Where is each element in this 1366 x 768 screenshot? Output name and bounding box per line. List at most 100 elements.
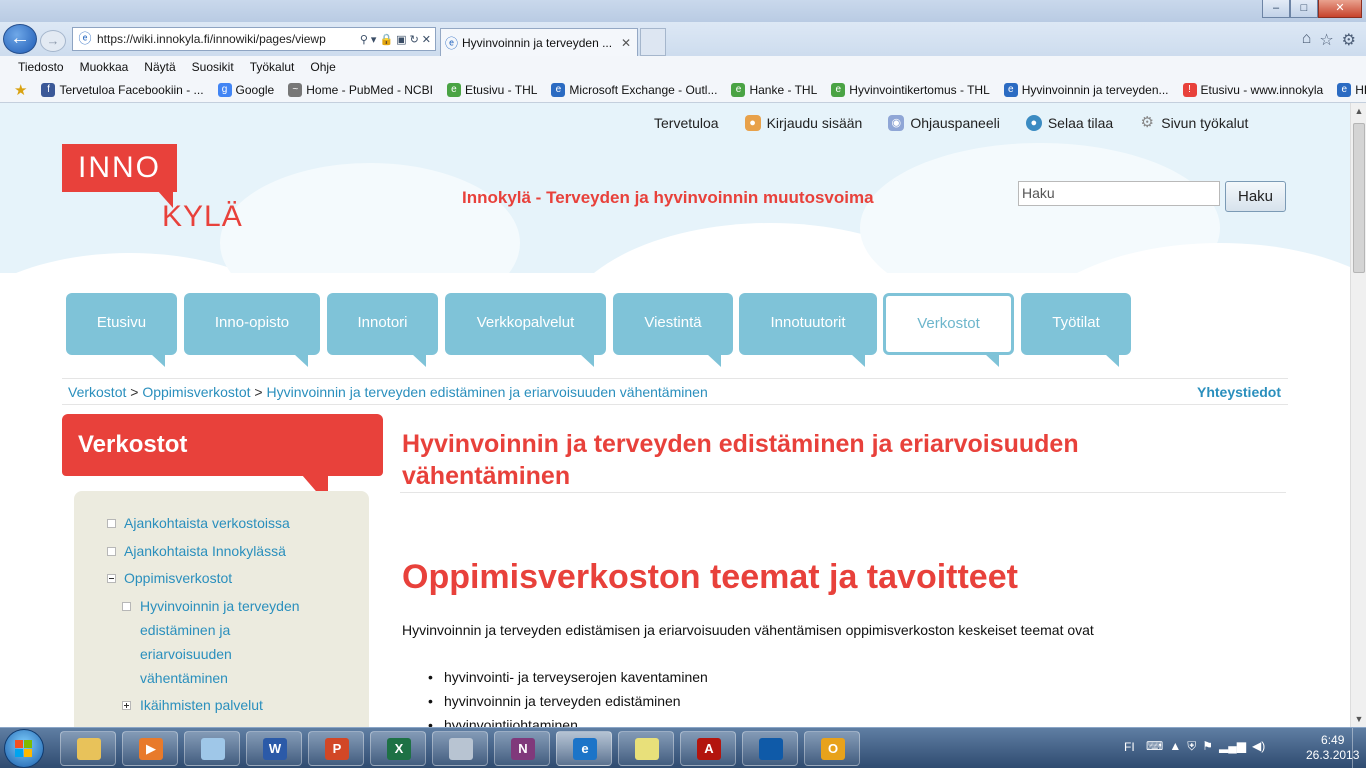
page-scrollbar[interactable]: ▲ ▼ bbox=[1350, 103, 1366, 727]
toplink-welcome: Tervetuloa bbox=[654, 115, 719, 131]
menu-näytä[interactable]: Näytä bbox=[144, 60, 175, 74]
toplink-login[interactable]: ● Kirjaudu sisään bbox=[744, 115, 863, 131]
collapse-icon[interactable] bbox=[107, 574, 116, 583]
favorites-star-icon[interactable]: ★ bbox=[14, 81, 27, 99]
start-button[interactable] bbox=[4, 729, 44, 768]
dropdown-icon[interactable]: ▾ bbox=[371, 33, 377, 46]
innokyla-logo[interactable]: INNO KYLÄ bbox=[62, 144, 242, 234]
scroll-up-icon[interactable]: ▲ bbox=[1351, 103, 1366, 119]
login-link[interactable]: Kirjaudu sisään bbox=[767, 115, 863, 131]
dashboard-link[interactable]: Ohjauspaneeli bbox=[910, 115, 1000, 131]
new-tab-button[interactable] bbox=[640, 28, 666, 56]
taskbar-acrobat[interactable]: A bbox=[680, 731, 736, 766]
favorite-link[interactable]: ! Etusivu - www.innokyla bbox=[1182, 83, 1323, 97]
taskbar-calculator[interactable] bbox=[432, 731, 488, 766]
flag-icon[interactable]: ⚑ bbox=[1202, 739, 1213, 754]
scroll-down-icon[interactable]: ▼ bbox=[1351, 711, 1366, 727]
toplink-browse[interactable]: ● Selaa tilaa bbox=[1025, 115, 1113, 131]
tab-close-icon[interactable]: ✕ bbox=[619, 36, 633, 50]
tab-innotuutorit[interactable]: Innotuutorit bbox=[739, 293, 877, 367]
show-desktop-button[interactable] bbox=[1352, 728, 1366, 768]
tab-innotori[interactable]: Innotori bbox=[327, 293, 438, 367]
taskbar-powerpoint[interactable]: P bbox=[308, 731, 364, 766]
arrow-up-icon[interactable]: ▲ bbox=[1169, 739, 1181, 754]
tab-verkostot[interactable]: Verkostot bbox=[883, 293, 1014, 367]
tab-etusivu[interactable]: Etusivu bbox=[66, 293, 177, 367]
menu-muokkaa[interactable]: Muokkaa bbox=[80, 60, 129, 74]
menu-suosikit[interactable]: Suosikit bbox=[192, 60, 234, 74]
favorite-link[interactable]: eHPH bbox=[1337, 83, 1366, 97]
expand-icon[interactable] bbox=[122, 701, 131, 710]
search-input[interactable]: Haku bbox=[1018, 181, 1220, 206]
favorite-link[interactable]: g Google bbox=[217, 83, 274, 97]
back-button[interactable]: ← bbox=[3, 24, 37, 54]
maximize-button[interactable]: □ bbox=[1290, 0, 1318, 18]
minimize-button[interactable]: – bbox=[1262, 0, 1290, 18]
taskbar-media-player[interactable]: ▶ bbox=[122, 731, 178, 766]
favorites-bar: ★ f Tervetuloa Facebookiin - ... g Google ~ H… bbox=[0, 78, 1366, 103]
menubar: Tiedosto Muokkaa Näytä Suosikit Työkalut Ohje bbox=[0, 56, 1366, 78]
breadcrumb-verkostot[interactable]: Verkostot bbox=[68, 384, 126, 400]
menu-ohje[interactable]: Ohje bbox=[310, 60, 335, 74]
taskbar-word[interactable]: W bbox=[246, 731, 302, 766]
favorite-link[interactable]: e Hyvinvointikertomus - THL bbox=[831, 83, 990, 97]
address-url[interactable]: https://wiki.innokyla.fi/innowiki/pages/… bbox=[97, 32, 360, 46]
forward-button[interactable]: → bbox=[40, 30, 66, 52]
close-window-button[interactable]: ✕ bbox=[1318, 0, 1362, 18]
volume-icon[interactable]: ◀) bbox=[1252, 739, 1265, 754]
tools-link[interactable]: Sivun työkalut bbox=[1161, 115, 1248, 131]
favorite-link[interactable]: f Tervetuloa Facebookiin - ... bbox=[41, 83, 204, 97]
scroll-thumb[interactable] bbox=[1353, 123, 1365, 273]
tab-verkkopalvelut[interactable]: Verkkopalvelut bbox=[445, 293, 606, 367]
contact-link[interactable]: Yhteystiedot bbox=[1197, 384, 1281, 400]
taskbar-internet-explorer[interactable]: e bbox=[556, 731, 612, 766]
taskbar-globe[interactable] bbox=[742, 731, 798, 766]
breadcrumb-oppimisverkostot[interactable]: Oppimisverkostot bbox=[142, 384, 250, 400]
taskbar-excel[interactable]: X bbox=[370, 731, 426, 766]
menu-tiedosto[interactable]: Tiedosto bbox=[18, 60, 64, 74]
favorite-link[interactable]: e Etusivu - THL bbox=[446, 83, 537, 97]
language-indicator[interactable]: FI bbox=[1124, 740, 1135, 754]
home-icon[interactable]: ⌂ bbox=[1302, 30, 1312, 50]
search-icon[interactable]: ⚲ bbox=[360, 33, 368, 46]
favorite-label: Hanke - THL bbox=[749, 83, 818, 97]
media-player-icon: ▶ bbox=[139, 738, 163, 760]
taskbar-sticky-notes[interactable] bbox=[618, 731, 674, 766]
lock-icon[interactable]: 🔒 bbox=[379, 33, 393, 46]
favorite-label: Microsoft Exchange - Outl... bbox=[569, 83, 718, 97]
keyboard-icon[interactable]: ⌨ bbox=[1146, 739, 1163, 754]
sidebar-item-oppimisverkostot[interactable]: Oppimisverkostot bbox=[124, 566, 232, 590]
sidebar-item-ajankohtaista-innokylassa[interactable]: Ajankohtaista Innokylässä bbox=[124, 539, 286, 563]
tab-inno-opisto[interactable]: Inno-opisto bbox=[184, 293, 320, 367]
tab-tyotilat[interactable]: Työtilat bbox=[1021, 293, 1131, 367]
tab-hyvinvoinnin[interactable]: ⓔ Hyvinvoinnin ja terveyden ... ✕ bbox=[440, 28, 638, 56]
compat-icon[interactable]: ▣ bbox=[396, 33, 406, 46]
star-icon[interactable]: ☆ bbox=[1319, 30, 1333, 50]
breadcrumb-current[interactable]: Hyvinvoinnin ja terveyden edistäminen ja… bbox=[266, 384, 707, 400]
taskbar-explorer[interactable] bbox=[60, 731, 116, 766]
sidebar-item-ikaihmisten-palvelut[interactable]: Ikäihmisten palvelut bbox=[140, 693, 263, 717]
shield-icon[interactable]: ⛨ bbox=[1187, 739, 1196, 754]
toplink-dashboard[interactable]: ◉ Ohjauspaneeli bbox=[888, 115, 1000, 131]
sidebar-item-hyvinvoinnin[interactable]: Hyvinvoinnin ja terveyden edistäminen ja… bbox=[140, 594, 300, 690]
search-button[interactable]: Haku bbox=[1225, 181, 1286, 212]
menu-työkalut[interactable]: Työkalut bbox=[250, 60, 295, 74]
tab-viestinta[interactable]: Viestintä bbox=[613, 293, 733, 367]
stop-icon[interactable]: ✕ bbox=[422, 33, 431, 46]
favorite-link[interactable]: ~ Home - PubMed - NCBI bbox=[288, 83, 433, 97]
favorite-site-icon: e bbox=[731, 83, 746, 97]
favorite-link[interactable]: e Hyvinvoinnin ja terveyden... bbox=[1003, 83, 1169, 97]
user-icon: ● bbox=[744, 115, 761, 131]
address-bar[interactable]: ⓔ https://wiki.innokyla.fi/innowiki/page… bbox=[72, 27, 436, 51]
browse-link[interactable]: Selaa tilaa bbox=[1048, 115, 1113, 131]
gear-icon[interactable]: ⚙ bbox=[1342, 30, 1356, 50]
network-icon[interactable]: ▂▄▆ bbox=[1219, 739, 1246, 754]
toplink-tools[interactable]: ⚙ Sivun työkalut bbox=[1139, 115, 1249, 132]
taskbar-onenote[interactable]: N bbox=[494, 731, 550, 766]
taskbar-outlook[interactable]: O bbox=[804, 731, 860, 766]
favorite-link[interactable]: e Hanke - THL bbox=[731, 83, 817, 97]
taskbar-notes[interactable] bbox=[184, 731, 240, 766]
favorite-link[interactable]: e Microsoft Exchange - Outl... bbox=[551, 83, 717, 97]
sidebar-item-ajankohtaista-verkostoissa[interactable]: Ajankohtaista verkostoissa bbox=[124, 511, 290, 535]
refresh-icon[interactable]: ↻ bbox=[410, 33, 419, 46]
